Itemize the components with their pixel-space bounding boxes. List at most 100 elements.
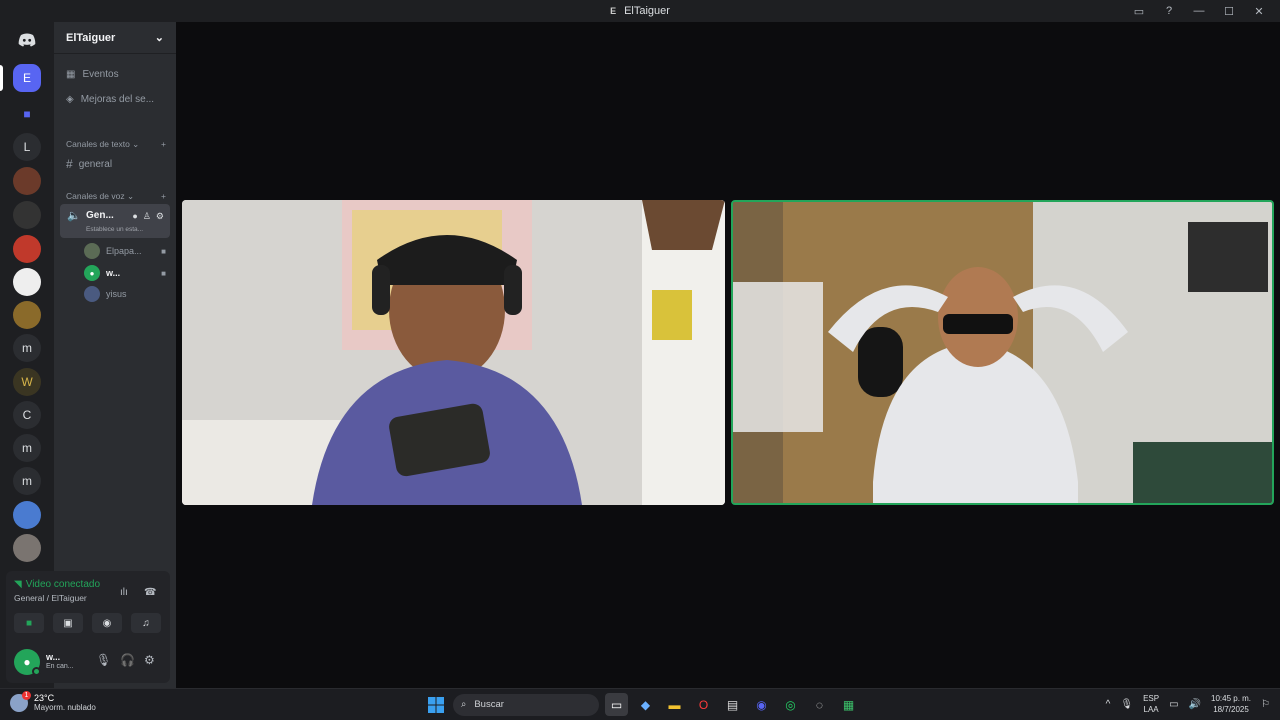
voice-member[interactable]: Elpapa... ■ xyxy=(84,243,166,259)
guild-item[interactable]: m xyxy=(13,334,41,362)
taskbar-search[interactable]: ⌕ Buscar xyxy=(453,693,599,716)
search-icon: ⌕ xyxy=(461,699,467,710)
speaker-icon: 🔈 xyxy=(67,210,81,222)
video-tile[interactable] xyxy=(182,200,725,505)
whatsapp-icon[interactable]: ◎ xyxy=(779,693,802,716)
add-channel-icon[interactable]: + xyxy=(161,139,166,150)
system-tray: ^ 🎙 ESP LAA ▭ 🔊 10:45 p. m. 18/7/2025 ⚐ xyxy=(1106,693,1270,715)
help-icon[interactable]: ? xyxy=(1154,0,1184,22)
boosts-link[interactable]: ◈ Mejoras del se... xyxy=(66,94,154,105)
avatar xyxy=(84,286,100,302)
weather-desc: Mayorm. nublado xyxy=(34,703,96,712)
notification-icon[interactable]: ⚐ xyxy=(1261,699,1270,710)
folder-icon[interactable]: ■ xyxy=(13,100,41,128)
guild-item[interactable] xyxy=(13,235,41,263)
video-stage xyxy=(176,22,1280,688)
invite-icon[interactable]: ♙ xyxy=(143,211,151,222)
volume-icon[interactable]: 🔊 xyxy=(1189,699,1201,710)
boosts-label: Mejoras del se... xyxy=(80,94,155,105)
events-link[interactable]: ▦ Eventos xyxy=(66,69,119,80)
activity-button[interactable]: ◉ xyxy=(92,613,122,633)
noise-suppression-icon[interactable]: ılı xyxy=(120,587,128,598)
voice-category[interactable]: Canales de voz ⌄ + xyxy=(66,191,166,202)
server-title-icon: E xyxy=(610,6,617,16)
channel-general[interactable]: # general xyxy=(66,157,112,171)
lang-code: ESP xyxy=(1143,694,1160,703)
video-tile-speaking[interactable] xyxy=(731,200,1274,505)
guild-item[interactable]: W xyxy=(13,368,41,396)
opera-icon[interactable]: O xyxy=(692,693,715,716)
video-feed xyxy=(182,200,725,505)
document-app-icon[interactable]: ▤ xyxy=(721,693,744,716)
gear-icon[interactable]: ⚙ xyxy=(144,653,155,667)
guild-item[interactable] xyxy=(13,301,41,329)
microphone-icon[interactable]: 🎙 xyxy=(1120,699,1133,710)
chevron-down-icon: ⌄ xyxy=(154,32,164,44)
weather-widget[interactable]: 23°C Mayorm. nublado xyxy=(10,690,96,712)
guild-item[interactable]: L xyxy=(13,133,41,161)
title-bar: E ElTaiguer ▭ ? — ☐ ✕ xyxy=(0,0,1280,22)
add-channel-icon[interactable]: + xyxy=(161,191,166,202)
copilot-icon[interactable]: ◆ xyxy=(634,693,657,716)
guild-item[interactable]: m xyxy=(13,434,41,462)
task-view-icon[interactable]: ▭ xyxy=(605,693,628,716)
guild-item[interactable]: C xyxy=(13,401,41,429)
events-label: Eventos xyxy=(82,69,119,80)
voice-status[interactable]: ◥ Video conectado xyxy=(14,579,100,590)
close-button[interactable]: ✕ xyxy=(1244,0,1274,22)
camera-button[interactable]: ■ xyxy=(14,613,44,633)
headphones-icon[interactable]: 🎧 xyxy=(120,653,135,667)
guild-item[interactable] xyxy=(13,268,41,296)
online-status-dot xyxy=(32,667,41,676)
discord-home-icon[interactable] xyxy=(13,26,41,54)
soundboard-button[interactable]: ♫ xyxy=(131,613,161,633)
cloud-icon xyxy=(10,690,31,712)
calendar-icon: ▦ xyxy=(66,69,76,80)
file-explorer-icon[interactable]: ▬ xyxy=(663,693,686,716)
app-icon[interactable]: ◌ xyxy=(808,693,831,716)
guild-item[interactable] xyxy=(13,201,41,229)
user-panel: ● w... En can... 🎙 🎧 ⚙ xyxy=(6,641,170,683)
chevron-up-icon[interactable]: ^ xyxy=(1106,699,1111,710)
windows-start-icon[interactable] xyxy=(424,693,447,716)
clock[interactable]: 10:45 p. m. 18/7/2025 xyxy=(1211,693,1251,715)
weather-temp: 23°C xyxy=(34,693,55,703)
minimize-button[interactable]: — xyxy=(1184,0,1214,22)
guild-item[interactable] xyxy=(13,501,41,529)
network-icon[interactable]: ▭ xyxy=(1169,699,1178,710)
voice-channel-status[interactable]: Establece un esta... xyxy=(86,226,143,233)
text-category[interactable]: Canales de texto ⌄ + xyxy=(66,139,166,150)
hash-icon: # xyxy=(66,157,73,171)
voice-category-label: Canales de voz xyxy=(66,191,125,201)
guild-item[interactable]: m xyxy=(13,467,41,495)
guild-item[interactable] xyxy=(13,534,41,562)
voice-member[interactable]: yisus xyxy=(84,286,166,302)
guild-item[interactable] xyxy=(13,167,41,195)
app-icon[interactable]: ▦ xyxy=(837,693,860,716)
chat-icon[interactable]: ● xyxy=(132,211,137,222)
member-name: w... xyxy=(106,268,121,278)
user-name[interactable]: w... xyxy=(46,652,60,662)
member-name: yisus xyxy=(106,289,127,299)
microphone-icon[interactable]: 🎙 xyxy=(96,653,111,667)
voice-channel-name: Gen... xyxy=(86,210,114,221)
maximize-button[interactable]: ☐ xyxy=(1214,0,1244,22)
screen-share-button[interactable]: ▣ xyxy=(53,613,83,633)
inbox-icon[interactable]: ▭ xyxy=(1124,0,1154,22)
discord-taskbar-icon[interactable]: ◉ xyxy=(750,693,773,716)
voice-connection-panel: ◥ Video conectado General / ElTaiguer ıl… xyxy=(6,571,170,641)
disconnect-icon[interactable]: ☎ xyxy=(144,587,156,598)
os-taskbar: 23°C Mayorm. nublado ⌕ Buscar ▭ ◆ ▬ O ▤ … xyxy=(0,688,1280,720)
server-header[interactable]: ElTaiguer ⌄ xyxy=(54,22,176,54)
channel-label: general xyxy=(78,158,113,170)
lang-layout: LAA xyxy=(1143,705,1159,714)
voice-location[interactable]: General / ElTaiguer xyxy=(14,593,87,603)
voice-member[interactable]: ● w... ■ xyxy=(84,265,166,281)
voice-channel-general[interactable]: 🔈 Gen... Establece un esta... ● ♙ ⚙ xyxy=(60,204,170,238)
gear-icon[interactable]: ⚙ xyxy=(156,211,164,222)
language-indicator[interactable]: ESP LAA xyxy=(1143,693,1159,715)
text-category-label: Canales de texto xyxy=(66,139,130,149)
guild-item[interactable]: E xyxy=(13,64,41,92)
member-name: Elpapa... xyxy=(106,246,142,256)
signal-icon: ◥ xyxy=(14,579,22,590)
